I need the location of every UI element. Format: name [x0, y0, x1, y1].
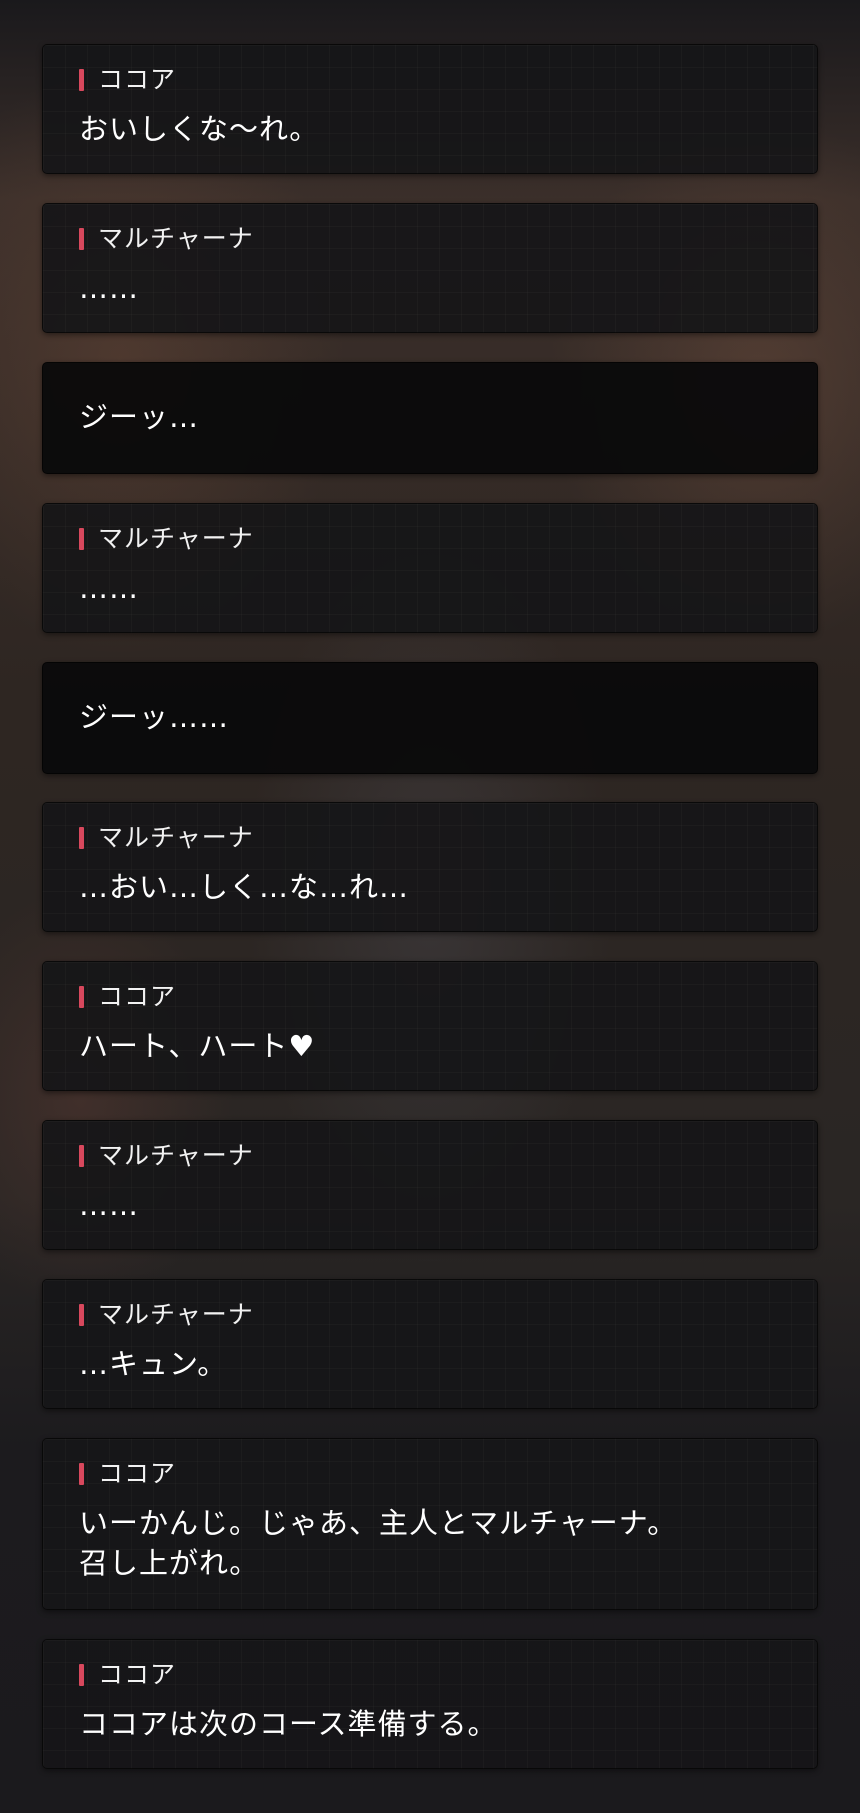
speaker-marker — [79, 528, 84, 550]
speaker-name: マルチャーナ — [98, 224, 254, 253]
speaker-marker — [79, 827, 84, 849]
speaker-name: マルチャーナ — [98, 1300, 254, 1329]
speaker-name: マルチャーナ — [98, 524, 254, 553]
dialogue-entry[interactable]: マルチャーナ …… — [42, 503, 818, 633]
speaker-marker — [79, 1145, 84, 1167]
speaker-label: ココア — [79, 67, 176, 93]
speaker-label: ココア — [79, 1461, 176, 1487]
dialogue-text: …… — [79, 271, 139, 305]
dialogue-entry[interactable]: ココア ハート、ハート♥ — [42, 961, 818, 1091]
narration-entry[interactable]: ジーッ… — [42, 362, 818, 474]
narration-text: ジーッ… — [79, 400, 200, 434]
speaker-label: マルチャーナ — [79, 226, 254, 252]
dialogue-text: …… — [79, 571, 139, 605]
speaker-label: ココア — [79, 1662, 176, 1688]
speaker-label: マルチャーナ — [79, 1302, 254, 1328]
dialogue-entry[interactable]: ココア おいしくな～れ。 — [42, 44, 818, 174]
speaker-name: ココア — [98, 982, 177, 1011]
speaker-marker — [79, 1304, 84, 1326]
dialogue-entry[interactable]: ココア ココアは次のコース準備する。 — [42, 1639, 818, 1769]
dialogue-text: …… — [79, 1188, 139, 1222]
dialogue-text: …キュン。 — [79, 1347, 228, 1381]
dialogue-text: いーかんじ。じゃあ、主人とマルチャーナ。 召し上がれ。 — [79, 1506, 678, 1580]
narration-text: ジーッ…… — [79, 700, 230, 734]
speaker-label: ココア — [79, 984, 176, 1010]
speaker-label: マルチャーナ — [79, 825, 254, 851]
dialogue-entry[interactable]: マルチャーナ …キュン。 — [42, 1279, 818, 1409]
speaker-name: ココア — [98, 1660, 177, 1689]
speaker-marker — [79, 1463, 84, 1485]
dialogue-entry[interactable]: マルチャーナ …おい…しく…な…れ… — [42, 802, 818, 932]
dialogue-entry[interactable]: ココア いーかんじ。じゃあ、主人とマルチャーナ。 召し上がれ。 — [42, 1438, 818, 1610]
dialogue-text: おいしくな～れ。 — [79, 112, 320, 146]
dialogue-text: ハート、ハート♥ — [79, 1029, 316, 1063]
narration-entry[interactable]: ジーッ…… — [42, 662, 818, 774]
speaker-name: ココア — [98, 65, 177, 94]
speaker-label: マルチャーナ — [79, 526, 254, 552]
speaker-marker — [79, 986, 84, 1008]
speaker-marker — [79, 69, 84, 91]
dialogue-entry[interactable]: マルチャーナ …… — [42, 1120, 818, 1250]
speaker-label: マルチャーナ — [79, 1143, 254, 1169]
speaker-name: マルチャーナ — [98, 1141, 254, 1170]
speaker-name: ココア — [98, 1459, 177, 1488]
dialogue-entry[interactable]: マルチャーナ …… — [42, 203, 818, 333]
speaker-name: マルチャーナ — [98, 823, 254, 852]
dialogue-text: ココアは次のコース準備する。 — [79, 1707, 498, 1741]
speaker-marker — [79, 228, 84, 250]
dialogue-text: …おい…しく…な…れ… — [79, 870, 410, 904]
speaker-marker — [79, 1664, 84, 1686]
